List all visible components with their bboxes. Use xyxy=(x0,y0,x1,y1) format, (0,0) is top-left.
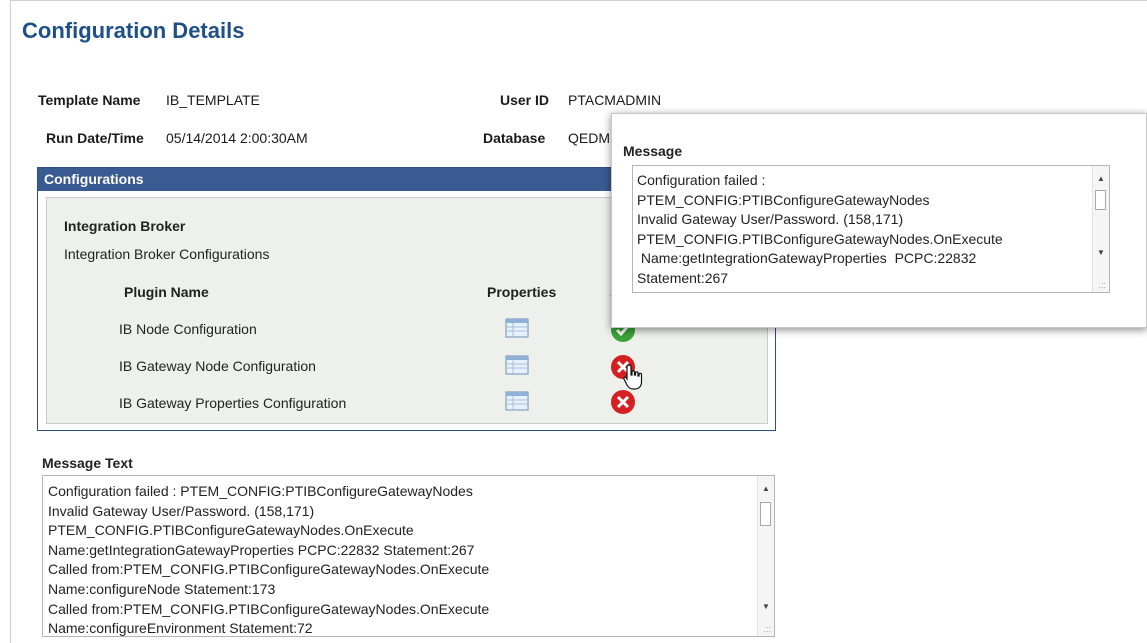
section-subtitle: Integration Broker Configurations xyxy=(64,246,270,262)
message-text-lines: Configuration failed : PTEM_CONFIG:PTIBC… xyxy=(48,482,748,637)
popup-line: Name:getIntegrationGatewayProperties PCP… xyxy=(637,250,977,267)
popup-line: Configuration failed : xyxy=(637,172,766,188)
popup-line: PTEM_CONFIG:PTIBConfigureGatewayNodes xyxy=(637,191,930,208)
table-icon[interactable] xyxy=(505,318,529,338)
popup-title: Message xyxy=(623,143,683,159)
page-title: Configuration Details xyxy=(22,18,245,43)
popup-message-lines: Configuration failed : PTEM_CONFIG:PTIBC… xyxy=(637,171,1087,289)
message-line: Configuration failed : PTEM_CONFIG:PTIBC… xyxy=(48,483,473,499)
message-line: PTEM_CONFIG.PTIBConfigureGatewayNodes.On… xyxy=(48,522,414,539)
scroll-up-arrow-icon[interactable]: ▲ xyxy=(1093,172,1109,186)
popup-line: Invalid Gateway User/Password. (158,171) xyxy=(637,211,904,228)
error-circle-icon[interactable] xyxy=(610,389,636,415)
popup-scrollbar[interactable]: ▲ ▼ xyxy=(1092,166,1109,292)
scroll-up-arrow-icon[interactable]: ▲ xyxy=(758,482,774,496)
plugin-row-name: IB Gateway Node Configuration xyxy=(119,358,316,374)
scroll-down-arrow-icon[interactable]: ▼ xyxy=(758,600,774,614)
database-value: QEDM xyxy=(568,130,610,146)
message-line: Name:configureEnvironment Statement:72 xyxy=(48,620,313,637)
section-title: Integration Broker xyxy=(64,218,186,234)
hand-cursor-icon xyxy=(623,364,643,390)
popup-message-area[interactable]: Configuration failed : PTEM_CONFIG:PTIBC… xyxy=(632,165,1110,293)
template-name-label: Template Name xyxy=(38,92,141,108)
template-name-value: IB_TEMPLATE xyxy=(166,92,260,108)
table-icon[interactable] xyxy=(505,391,529,411)
message-popup: Message Configuration failed : PTEM_CONF… xyxy=(611,113,1147,328)
user-id-label: User ID xyxy=(500,92,550,108)
plugin-row-name: IB Node Configuration xyxy=(119,321,257,337)
message-text-area[interactable]: Configuration failed : PTEM_CONFIG:PTIBC… xyxy=(42,475,775,637)
table-icon[interactable] xyxy=(505,355,529,375)
resize-grip-icon[interactable]: .:: xyxy=(1098,280,1106,290)
run-datetime-label: Run Date/Time xyxy=(46,130,144,146)
plugin-row-name: IB Gateway Properties Configuration xyxy=(119,395,347,411)
plugin-name-column-header: Plugin Name xyxy=(124,284,209,300)
resize-grip-icon[interactable]: .:: xyxy=(763,624,771,634)
scroll-thumb[interactable] xyxy=(1095,190,1106,210)
message-line: Invalid Gateway User/Password. (158,171) xyxy=(48,502,315,519)
message-line: Called from:PTEM_CONFIG.PTIBConfigureGat… xyxy=(48,600,490,617)
message-line: Name:configureNode Statement:173 xyxy=(48,580,276,597)
user-id-value: PTACMADMIN xyxy=(568,92,662,108)
database-label: Database xyxy=(483,130,546,146)
run-datetime-value: 05/14/2014 2:00:30AM xyxy=(166,130,308,146)
scroll-thumb[interactable] xyxy=(760,502,771,526)
properties-column-header: Properties xyxy=(487,284,557,300)
message-text-label: Message Text xyxy=(42,455,133,471)
popup-line: PTEM_CONFIG.PTIBConfigureGatewayNodes.On… xyxy=(637,230,1003,247)
message-line: Name:getIntegrationGatewayProperties PCP… xyxy=(48,541,475,558)
popup-line: Statement:267 xyxy=(637,269,729,286)
message-line: Called from:PTEM_CONFIG.PTIBConfigureGat… xyxy=(48,561,490,578)
message-text-scrollbar[interactable]: ▲ ▼ xyxy=(757,476,774,636)
scroll-down-arrow-icon[interactable]: ▼ xyxy=(1093,246,1109,260)
